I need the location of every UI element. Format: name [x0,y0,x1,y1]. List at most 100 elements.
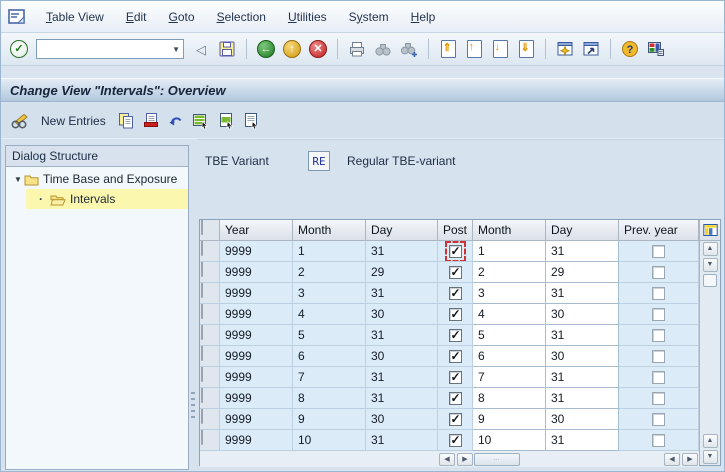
row-selector[interactable] [200,283,220,304]
cell-year[interactable]: 9999 [220,346,293,367]
cell-day[interactable]: 31 [366,325,438,346]
post-checkbox[interactable] [449,266,462,279]
find-icon[interactable] [372,38,394,60]
command-dropdown-icon[interactable]: ▼ [172,45,180,54]
post-checkbox[interactable] [449,308,462,321]
cell-month2[interactable]: 1 [473,241,546,262]
cell-day[interactable]: 31 [366,241,438,262]
column-header-day2[interactable]: Day [546,220,619,241]
tree-item-time-base[interactable]: ▼ Time Base and Exposure [6,169,188,189]
cell-month2[interactable]: 8 [473,388,546,409]
scroll-up-end-icon[interactable]: ▲ [703,434,718,448]
post-checkbox[interactable] [449,329,462,342]
select-all-icon[interactable] [192,110,210,132]
previous-page-icon[interactable]: ↑ [467,40,482,58]
row-selector[interactable] [200,409,220,430]
cell-year[interactable]: 9999 [220,283,293,304]
exit-icon[interactable]: ↑ [283,40,301,58]
row-selector[interactable] [200,304,220,325]
next-page-icon[interactable]: ↓ [493,40,508,58]
menu-table-view[interactable]: Table View [35,6,115,28]
post-checkbox[interactable] [449,413,462,426]
scroll-down-icon[interactable]: ▼ [703,258,718,272]
cell-month[interactable]: 8 [293,388,366,409]
column-header-month2[interactable]: Month [473,220,546,241]
command-collapse-icon[interactable]: ◁ [196,43,206,56]
cell-month2[interactable]: 2 [473,262,546,283]
cell-month2[interactable]: 4 [473,304,546,325]
cell-day2[interactable]: 30 [546,409,619,430]
find-next-icon[interactable] [398,38,420,60]
tree-item-intervals[interactable]: · Intervals [6,189,188,209]
save-icon[interactable] [216,38,238,60]
cell-month[interactable]: 2 [293,262,366,283]
cancel-icon[interactable]: ✕ [309,40,327,58]
cell-day2[interactable]: 31 [546,430,619,451]
scroll-down-end-icon[interactable]: ▼ [703,450,718,464]
column-header-year[interactable]: Year [220,220,293,241]
menu-utilities[interactable]: Utilities [277,6,338,28]
cell-month2[interactable]: 10 [473,430,546,451]
cell-day[interactable]: 31 [366,388,438,409]
cell-year[interactable]: 9999 [220,367,293,388]
cell-month[interactable]: 7 [293,367,366,388]
row-selector[interactable] [200,367,220,388]
print-icon[interactable] [346,38,368,60]
post-checkbox[interactable] [449,434,462,447]
cell-month[interactable]: 1 [293,241,366,262]
cell-month[interactable]: 6 [293,346,366,367]
row-selector[interactable] [200,241,220,262]
cell-day2[interactable]: 31 [546,283,619,304]
row-selector[interactable] [200,430,220,451]
cell-day[interactable]: 30 [366,304,438,325]
scroll-up-icon[interactable]: ▲ [703,242,718,256]
post-checkbox[interactable] [449,245,462,258]
command-field[interactable]: ▼ [36,39,184,59]
prev-year-checkbox[interactable] [652,287,665,300]
scroll-left-end-icon[interactable]: ◀ [664,453,680,466]
horizontal-scroll-thumb[interactable]: … [474,453,520,466]
scroll-right-end-icon[interactable]: ▶ [682,453,698,466]
cell-year[interactable]: 9999 [220,304,293,325]
cell-day2[interactable]: 31 [546,325,619,346]
scroll-right-icon[interactable]: ▶ [457,453,473,466]
cell-day2[interactable]: 31 [546,241,619,262]
menu-edit[interactable]: Edit [115,6,158,28]
last-page-icon[interactable]: ⇓ [519,40,534,58]
copy-as-icon[interactable] [117,110,135,132]
enter-icon[interactable]: ✓ [10,40,28,58]
header-selector-cell[interactable] [200,220,220,241]
cell-year[interactable]: 9999 [220,388,293,409]
prev-year-checkbox[interactable] [652,266,665,279]
new-entries-button[interactable]: New Entries [37,110,110,132]
system-menu-icon[interactable] [8,9,25,24]
cell-day[interactable]: 30 [366,346,438,367]
back-icon[interactable]: ← [257,40,275,58]
display-change-toggle-icon[interactable] [10,110,30,132]
prev-year-checkbox[interactable] [652,392,665,405]
cell-month[interactable]: 5 [293,325,366,346]
cell-month[interactable]: 3 [293,283,366,304]
column-header-day[interactable]: Day [366,220,438,241]
scroll-left-icon[interactable]: ◀ [439,453,455,466]
splitter-grip-icon[interactable] [191,392,195,418]
prev-year-checkbox[interactable] [652,371,665,384]
cell-day[interactable]: 31 [366,367,438,388]
cell-month2[interactable]: 7 [473,367,546,388]
cell-day2[interactable]: 29 [546,262,619,283]
cell-month2[interactable]: 6 [473,346,546,367]
post-checkbox[interactable] [449,350,462,363]
cell-month[interactable]: 9 [293,409,366,430]
undo-icon[interactable] [167,110,185,132]
prev-year-checkbox[interactable] [652,329,665,342]
prev-year-checkbox[interactable] [652,245,665,258]
cell-day2[interactable]: 31 [546,367,619,388]
prev-year-checkbox[interactable] [652,350,665,363]
cell-day2[interactable]: 30 [546,346,619,367]
cell-month[interactable]: 10 [293,430,366,451]
cell-day[interactable]: 30 [366,409,438,430]
cell-day[interactable]: 31 [366,430,438,451]
cell-month2[interactable]: 3 [473,283,546,304]
prev-year-checkbox[interactable] [652,413,665,426]
cell-year[interactable]: 9999 [220,409,293,430]
